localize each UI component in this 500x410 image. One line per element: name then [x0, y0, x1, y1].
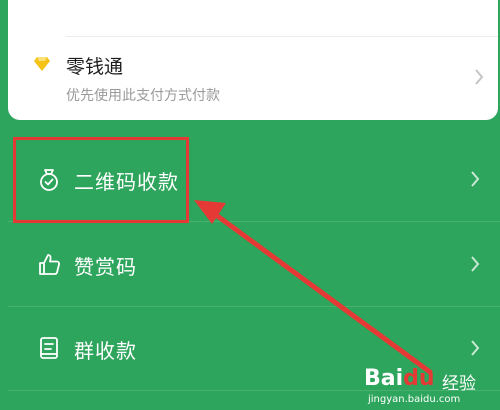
highlight-box — [13, 137, 189, 223]
watermark-url: jingyan.baidu.com — [368, 394, 461, 405]
menu-item-label: 群收款 — [74, 339, 137, 363]
card-divider — [66, 36, 498, 37]
chevron-right-icon — [471, 171, 480, 187]
chevron-right-icon — [471, 340, 480, 356]
diamond-icon — [34, 57, 50, 71]
watermark-brand: 经验 — [442, 374, 476, 394]
menu-item-label: 赞赏码 — [74, 255, 137, 279]
baidu-logo: Baidu — [364, 366, 435, 391]
menu-item-appreciation-code[interactable]: 赞赏码 — [8, 222, 500, 306]
wallet-payment-row[interactable]: 零钱通 优先使用此支付方式付款 — [8, 40, 498, 114]
payment-method-card: 零钱通 优先使用此支付方式付款 — [8, 0, 498, 120]
wallet-subtitle: 优先使用此支付方式付款 — [66, 88, 220, 104]
thumbs-up-icon — [39, 254, 61, 275]
chevron-right-icon — [471, 256, 480, 272]
group-bill-icon — [40, 337, 58, 359]
chevron-right-icon — [475, 69, 484, 85]
baidu-jingyan-watermark: Baidu 经验 jingyan.baidu.com — [364, 366, 492, 408]
wallet-title: 零钱通 — [66, 56, 124, 78]
